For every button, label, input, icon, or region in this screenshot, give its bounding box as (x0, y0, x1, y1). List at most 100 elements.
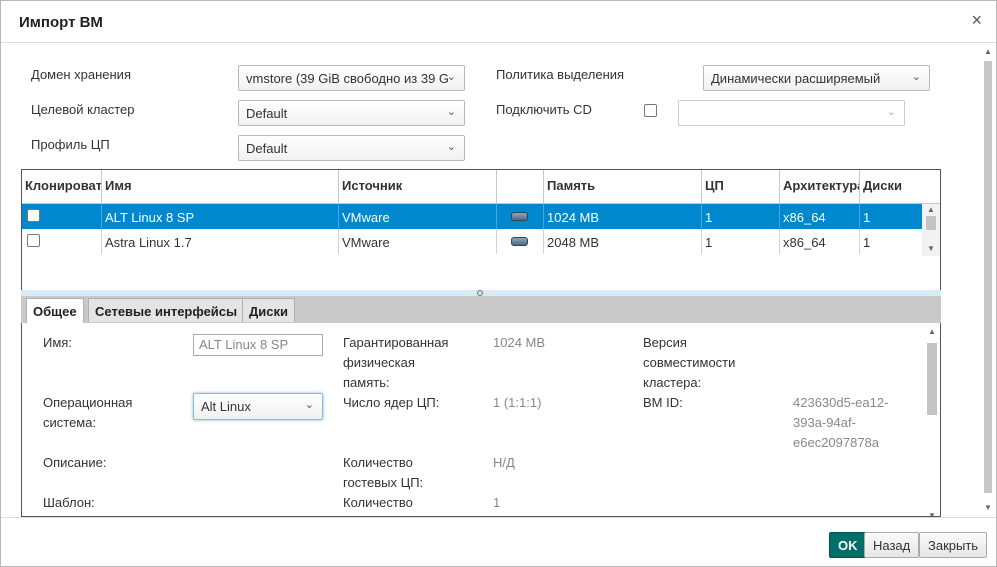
scroll-up-icon[interactable]: ▲ (927, 205, 935, 214)
column-arch[interactable]: Архитектура (780, 170, 860, 204)
vm-grid: Клонироват Имя Источник Память ЦП Архите… (21, 169, 941, 293)
os-value: Alt Linux (201, 399, 251, 414)
storage-domain-label: Домен хранения (31, 67, 131, 82)
dialog-scrollbar[interactable]: ▲ ▼ (982, 45, 994, 515)
chevron-down-icon: ⌄ (446, 141, 456, 153)
column-icon[interactable] (497, 170, 544, 204)
dialog-title: Импорт ВМ (19, 14, 103, 31)
dialog-header: Импорт ВМ × (1, 1, 996, 43)
panel-scrollbar[interactable]: ▲ ▼ (924, 325, 940, 516)
cpu-cores-value: 1 (1:1:1) (493, 395, 542, 410)
back-button[interactable]: Назад (864, 532, 920, 558)
disk-icon (511, 237, 528, 246)
disks-cell: 1 (863, 210, 871, 225)
column-memory[interactable]: Память (544, 170, 702, 204)
allocation-policy-label: Политика выделения (496, 67, 625, 82)
memory-cell: 1024 MB (544, 204, 702, 229)
target-cluster-value: Default (246, 106, 288, 121)
grid-scrollbar[interactable]: ▲ ▼ (922, 204, 940, 256)
chevron-down-icon: ⌄ (886, 106, 896, 118)
name-input[interactable]: ALT Linux 8 SP (193, 334, 323, 356)
storage-domain-select[interactable]: vmstore (39 GiB свободно из 39 G ⌄ (238, 65, 465, 91)
attach-cd-checkbox[interactable] (644, 104, 657, 117)
cpu-cores-label: Число ядер ЦП: (343, 395, 440, 410)
arch-cell: x86_64 (780, 229, 860, 254)
chevron-down-icon: ⌄ (911, 71, 921, 83)
description-label: Описание: (43, 455, 107, 470)
grid-header: Клонироват Имя Источник Память ЦП Архите… (22, 170, 940, 204)
compatibility-label-line1: Версия (643, 335, 687, 350)
scrollbar-thumb[interactable] (927, 343, 937, 415)
allocation-policy-select[interactable]: Динамически расширяемый ⌄ (703, 65, 930, 91)
cpu-profile-select[interactable]: Default ⌄ (238, 135, 465, 161)
target-cluster-select[interactable]: Default ⌄ (238, 100, 465, 126)
guest-cpu-label-line1: Количество (343, 455, 413, 470)
allocation-policy-value: Динамически расширяемый (711, 71, 881, 86)
ok-button[interactable]: OK (829, 532, 867, 558)
tab-network-interfaces[interactable]: Сетевые интерфейсы (88, 298, 245, 322)
scroll-down-icon[interactable]: ▼ (984, 503, 992, 512)
chevron-down-icon: ⌄ (446, 71, 456, 83)
vm-id-value-line2: 393a-94af- (793, 415, 856, 430)
tab-disks[interactable]: Диски (242, 298, 295, 322)
disks-cell: 1 (863, 235, 871, 250)
guaranteed-memory-value: 1024 MB (493, 335, 546, 350)
clone-cell (22, 229, 102, 254)
column-name[interactable]: Имя (102, 170, 339, 204)
storage-domain-value: vmstore (39 GiB свободно из 39 G (246, 71, 450, 86)
disk-icon (511, 212, 528, 221)
detail-tabs: Общее Сетевые интерфейсы Диски (21, 296, 941, 324)
name-label: Имя: (43, 335, 72, 350)
clone-checkbox[interactable] (27, 209, 40, 222)
name-cell: Astra Linux 1.7 (102, 229, 339, 254)
scroll-up-icon[interactable]: ▲ (984, 47, 992, 56)
attach-cd-label: Подключить CD (496, 102, 592, 117)
guaranteed-memory-label-line3: память: (343, 375, 390, 390)
target-cluster-label: Целевой кластер (31, 102, 135, 117)
column-cpu[interactable]: ЦП (702, 170, 780, 204)
os-select[interactable]: Alt Linux ⌄ (193, 393, 323, 420)
table-row[interactable]: ALT Linux 8 SP VMware 1024 MB 1 x86_64 1 (22, 204, 922, 229)
scrollbar-thumb[interactable] (984, 61, 992, 493)
scroll-down-icon[interactable]: ▼ (927, 244, 935, 253)
clone-cell (22, 204, 102, 229)
memory-cell: 2048 MB (544, 229, 702, 254)
cpu-profile-label: Профиль ЦП (31, 137, 110, 152)
guest-cpu-value: Н/Д (493, 455, 515, 470)
chevron-down-icon: ⌄ (446, 106, 456, 118)
arch-cell: x86_64 (780, 204, 860, 229)
vm-id-label: ВМ ID: (643, 395, 683, 410)
icon-cell (497, 204, 544, 229)
cpu-cell: 1 (702, 229, 780, 254)
attach-cd-select[interactable]: ⌄ (678, 100, 905, 126)
scroll-up-icon[interactable]: ▲ (928, 327, 936, 336)
chevron-down-icon: ⌄ (304, 399, 314, 411)
compatibility-label-line2: совместимости (643, 355, 736, 370)
dialog-footer: OK Назад Закрыть (1, 517, 996, 566)
guaranteed-memory-label-line2: физическая (343, 355, 415, 370)
column-disks[interactable]: Диски (860, 170, 940, 204)
import-vm-dialog: Импорт ВМ × ▲ ▼ Домен хранения vmstore (… (0, 0, 997, 567)
cpu-profile-value: Default (246, 141, 288, 156)
general-panel: Имя: ALT Linux 8 SP Операционная система… (21, 323, 941, 517)
os-label-line2: система: (43, 415, 97, 430)
source-cell: VMware (339, 229, 497, 254)
close-button[interactable]: Закрыть (919, 532, 988, 558)
close-icon[interactable]: × (971, 11, 982, 29)
table-row[interactable]: Astra Linux 1.7 VMware 2048 MB 1 x86_64 … (22, 229, 922, 254)
vm-id-value-line3: e6ec2097878a (793, 435, 880, 450)
column-clone[interactable]: Клонироват (22, 170, 102, 204)
cpu-cell: 1 (702, 204, 780, 229)
guaranteed-memory-label-line1: Гарантированная (343, 335, 449, 350)
clone-checkbox[interactable] (27, 234, 40, 247)
source-cell: VMware (339, 204, 497, 229)
scrollbar-thumb[interactable] (926, 216, 936, 230)
tab-general[interactable]: Общее (26, 298, 84, 324)
guest-cpu-label-line2: гостевых ЦП: (343, 475, 424, 490)
column-source[interactable]: Источник (339, 170, 497, 204)
count-value: 1 (493, 495, 501, 510)
template-label: Шаблон: (43, 495, 95, 510)
vm-id-value-line1: 423630d5-ea12- (793, 395, 889, 410)
icon-cell (497, 229, 544, 254)
count-label: Количество (343, 495, 413, 510)
